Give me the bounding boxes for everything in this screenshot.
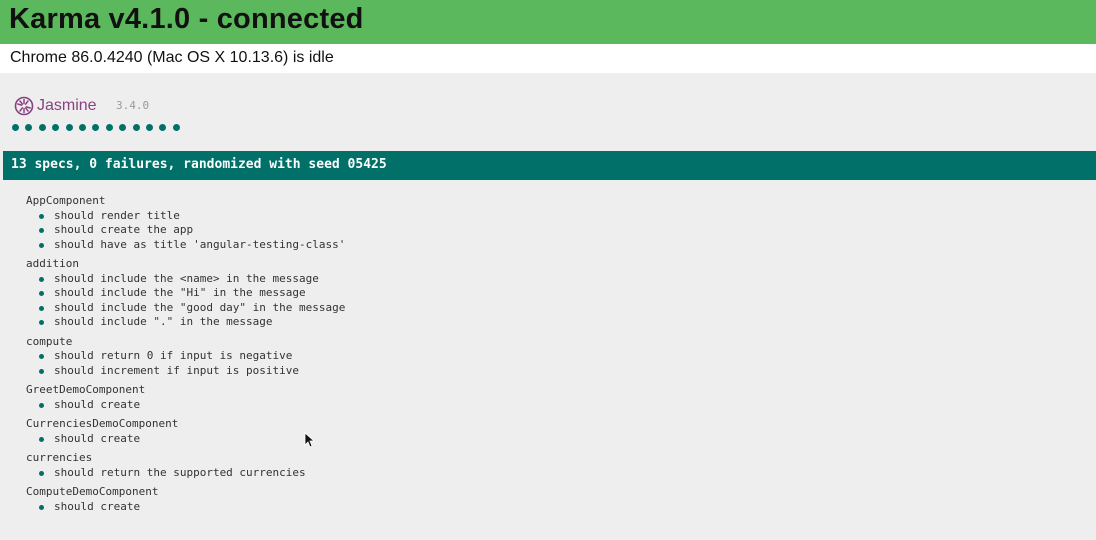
- spec-passed-dot[interactable]: [78, 124, 86, 131]
- spec-passed-dot[interactable]: [159, 124, 167, 131]
- spec-passed-bullet-icon: [39, 320, 44, 325]
- spec-passed-dot[interactable]: [12, 124, 19, 131]
- spec-passed-dot[interactable]: [105, 124, 113, 131]
- spec-item: should create: [26, 398, 345, 413]
- spec-item: should create the app: [26, 223, 345, 238]
- mouse-cursor-icon: [304, 432, 314, 448]
- spec-passed-bullet-icon: [39, 402, 44, 408]
- spec-passed-dot[interactable]: [145, 124, 153, 131]
- suite: GreetDemoComponent should create: [26, 383, 345, 412]
- suite-name-link[interactable]: AppComponent: [26, 194, 345, 209]
- suite-name-link[interactable]: CurrenciesDemoComponent: [26, 417, 345, 432]
- spec-passed-bullet-icon: [39, 242, 44, 248]
- spec-passed-dot[interactable]: [132, 124, 140, 131]
- suite-name-link[interactable]: addition: [26, 257, 345, 272]
- spec-name-link[interactable]: should have as title 'angular-testing-cl…: [54, 238, 345, 251]
- jasmine-flower-icon: [14, 96, 34, 116]
- suite-list: AppComponent should render title should cr…: [26, 194, 345, 519]
- spec-result-dots: [12, 123, 186, 133]
- spec-passed-bullet-icon: [39, 354, 44, 359]
- spec-item: should include "." in the message: [26, 315, 345, 330]
- jasmine-logo-text: Jasmine: [37, 97, 97, 114]
- spec-name-link[interactable]: should include the <name> in the message: [54, 272, 319, 285]
- suite: CurrenciesDemoComponent should create: [26, 417, 345, 446]
- spec-item: should return 0 if input is negative: [26, 349, 345, 364]
- spec-passed-dot[interactable]: [52, 124, 60, 131]
- summary-bar: 13 specs, 0 failures, randomized with se…: [3, 151, 1096, 180]
- spec-passed-dot[interactable]: [172, 124, 180, 131]
- spec-item: should create: [26, 432, 345, 447]
- spec-item: should increment if input is positive: [26, 364, 345, 379]
- spec-passed-bullet-icon: [39, 470, 44, 476]
- spec-passed-dot[interactable]: [92, 124, 100, 131]
- spec-passed-bullet-icon: [39, 276, 44, 282]
- karma-banner: Karma v4.1.0 - connected: [0, 0, 1096, 44]
- spec-passed-dot[interactable]: [25, 124, 33, 131]
- suite: ComputeDemoComponent should create: [26, 485, 345, 514]
- karma-status-title: Karma v4.1.0 - connected: [9, 3, 364, 35]
- spec-name-link[interactable]: should include the "good day" in the mes…: [54, 301, 345, 314]
- suite-name-link[interactable]: GreetDemoComponent: [26, 383, 345, 398]
- spec-passed-dot[interactable]: [119, 124, 127, 131]
- suite: currencies should return the supported cu…: [26, 451, 345, 480]
- spec-item: should include the <name> in the message: [26, 272, 345, 287]
- suite-name-link[interactable]: compute: [26, 335, 345, 350]
- spec-item: should include the "Hi" in the message: [26, 286, 345, 301]
- suite-name-link[interactable]: ComputeDemoComponent: [26, 485, 345, 500]
- spec-passed-bullet-icon: [39, 228, 44, 233]
- spec-item: should have as title 'angular-testing-cl…: [26, 238, 345, 253]
- spec-passed-bullet-icon: [39, 213, 44, 219]
- spec-name-link[interactable]: should include "." in the message: [54, 315, 273, 328]
- spec-passed-bullet-icon: [39, 291, 44, 296]
- spec-name-link[interactable]: should create the app: [54, 223, 193, 236]
- spec-passed-dot[interactable]: [65, 124, 73, 131]
- spec-passed-bullet-icon: [39, 305, 44, 311]
- browser-status: Chrome 86.0.4240 (Mac OS X 10.13.6) is i…: [10, 49, 334, 66]
- spec-passed-dot[interactable]: [38, 124, 46, 131]
- jasmine-version: 3.4.0: [116, 99, 150, 112]
- suite: addition should include the <name> in the…: [26, 257, 345, 330]
- spec-item: should include the "good day" in the mes…: [26, 301, 345, 316]
- spec-name-link[interactable]: should create: [54, 500, 140, 513]
- spec-passed-bullet-icon: [39, 436, 44, 442]
- spec-name-link[interactable]: should render title: [54, 209, 180, 222]
- spec-item: should return the supported currencies: [26, 466, 345, 481]
- spec-name-link[interactable]: should create: [54, 432, 140, 445]
- spec-name-link[interactable]: should return the supported currencies: [54, 466, 306, 479]
- summary-text: 13 specs, 0 failures, randomized with se…: [11, 157, 387, 172]
- spec-name-link[interactable]: should return 0 if input is negative: [54, 349, 292, 362]
- spec-passed-bullet-icon: [39, 368, 44, 374]
- spec-item: should render title: [26, 209, 345, 224]
- spec-name-link[interactable]: should include the "Hi" in the message: [54, 286, 306, 299]
- spec-name-link[interactable]: should create: [54, 398, 140, 411]
- suite: AppComponent should render title should cr…: [26, 194, 345, 252]
- suite: compute should return 0 if input is negat…: [26, 335, 345, 379]
- suite-name-link[interactable]: currencies: [26, 451, 345, 466]
- spec-name-link[interactable]: should increment if input is positive: [54, 364, 299, 377]
- spec-item: should create: [26, 500, 345, 515]
- spec-passed-bullet-icon: [39, 504, 44, 510]
- jasmine-logo[interactable]: Jasmine: [14, 95, 97, 117]
